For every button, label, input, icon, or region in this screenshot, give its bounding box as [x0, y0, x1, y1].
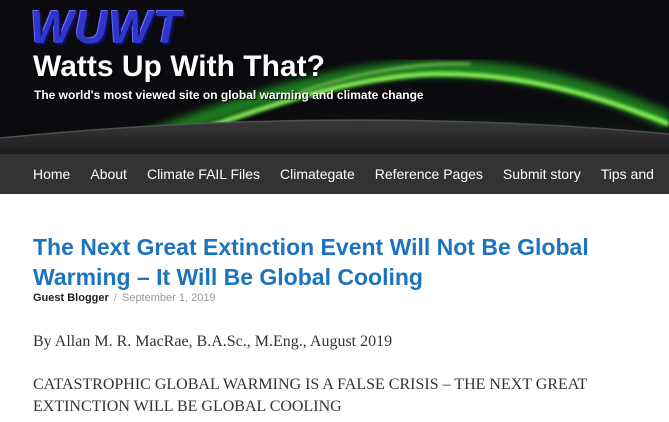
post-date: September 1, 2019: [121, 292, 216, 304]
nav-item-submit-story[interactable]: Submit story: [493, 166, 591, 182]
nav-item-tips-and[interactable]: Tips and: [591, 166, 664, 182]
author-link[interactable]: Guest Blogger: [33, 292, 109, 304]
post-meta: Guest Blogger / September 1, 2019: [33, 292, 663, 304]
site-header-banner: WUWT Watts Up With That? The world's mos…: [0, 0, 669, 154]
nav-item-reference-pages[interactable]: Reference Pages: [365, 166, 493, 182]
article-lead-paragraph: CATASTROPHIC GLOBAL WARMING IS A FALSE C…: [33, 376, 588, 415]
article-byline: By Allan M. R. MacRae, B.A.Sc., M.Eng., …: [33, 333, 393, 350]
site-logo[interactable]: WUWT: [30, 4, 182, 50]
post-title[interactable]: The Next Great Extinction Event Will Not…: [33, 232, 663, 292]
meta-separator: /: [113, 292, 117, 304]
nav-item-about[interactable]: About: [80, 166, 137, 182]
main-nav: Home About Climate FAIL Files Climategat…: [0, 154, 669, 194]
nav-item-climate-fail-files[interactable]: Climate FAIL Files: [137, 166, 270, 182]
site-tagline: The world's most viewed site on global w…: [34, 88, 424, 102]
nav-item-climategate[interactable]: Climategate: [270, 166, 365, 182]
article: The Next Great Extinction Event Will Not…: [33, 232, 663, 418]
nav-item-home[interactable]: Home: [0, 166, 80, 182]
site-title[interactable]: Watts Up With That?: [33, 50, 325, 84]
